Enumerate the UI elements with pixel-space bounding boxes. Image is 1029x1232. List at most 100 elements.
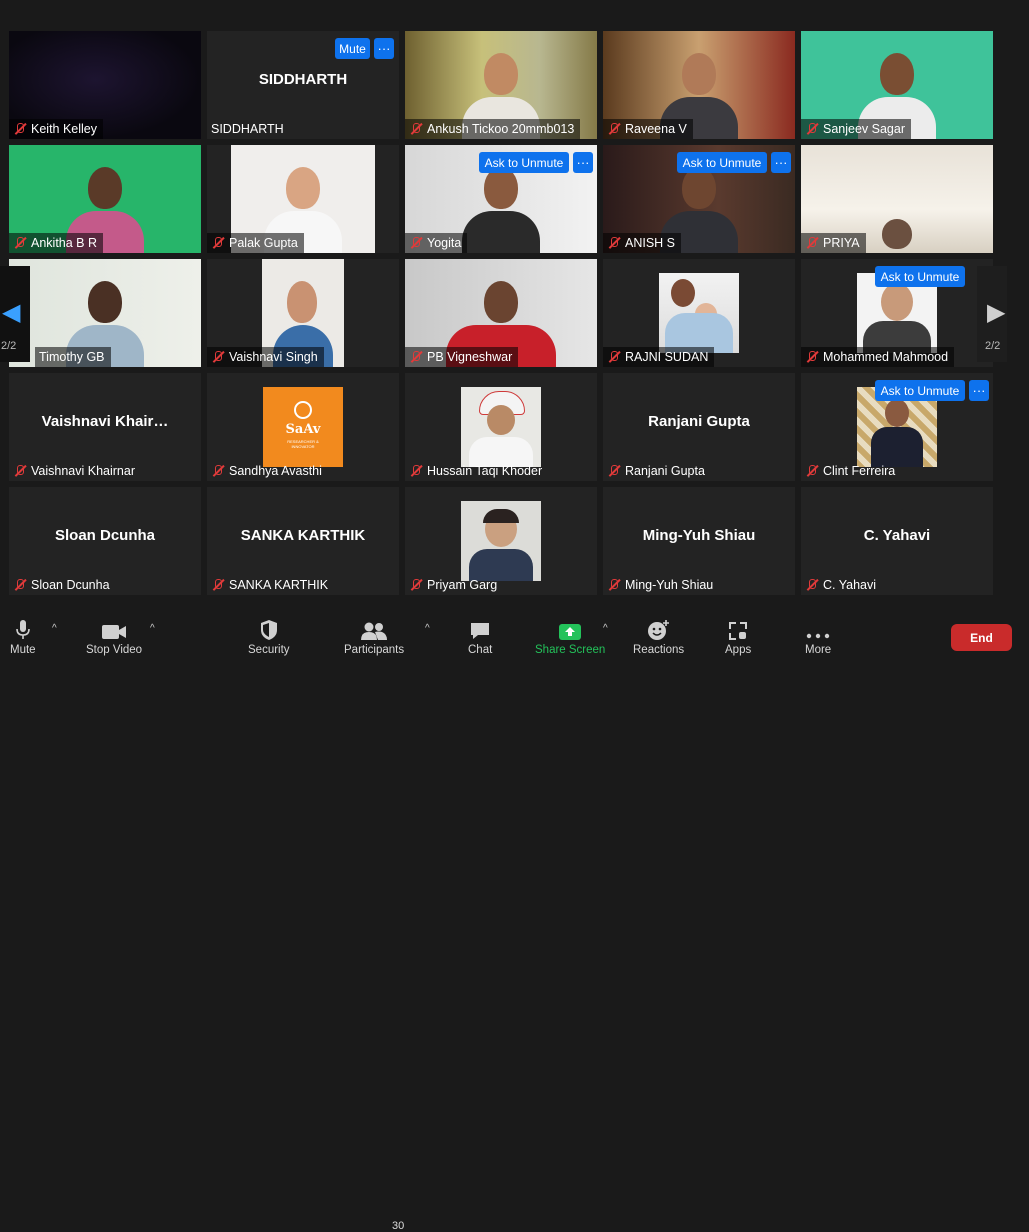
mic-muted-icon (607, 578, 621, 592)
participant-tile[interactable]: SIDDHARTH Mute ··· SIDDHARTH (207, 31, 399, 139)
participant-tile[interactable]: Timothy GB (9, 259, 201, 367)
shield-icon (259, 617, 279, 641)
participant-name: Vaishnavi Khairnar (31, 464, 135, 478)
more-dots-icon (806, 617, 830, 641)
mic-muted-icon (13, 236, 27, 250)
mic-muted-icon (409, 350, 423, 364)
end-meeting-button[interactable]: End (951, 624, 1012, 651)
participant-tile[interactable]: Ming-Yuh Shiau Ming-Yuh Shiau (603, 487, 795, 595)
reactions-button[interactable]: Reactions (633, 617, 684, 656)
participant-tile[interactable]: PB Vigneshwar (405, 259, 597, 367)
participant-name: Sloan Dcunha (31, 578, 110, 592)
stop-video-button[interactable]: Stop Video (86, 617, 142, 656)
mic-muted-icon (211, 350, 225, 364)
mute-options-caret-icon[interactable]: ^ (52, 623, 57, 634)
participant-display-name: SIDDHARTH (258, 71, 348, 88)
participant-name: Ming-Yuh Shiau (625, 578, 714, 592)
participant-tile[interactable]: Priyam Garg (405, 487, 597, 595)
participant-tile[interactable]: Ankitha B R (9, 145, 201, 253)
mic-muted-icon (607, 236, 621, 250)
mic-muted-icon (805, 464, 819, 478)
participant-tile[interactable]: Ranjani Gupta Ranjani Gupta (603, 373, 795, 481)
participant-video-figure (462, 161, 540, 253)
page-indicator-right: 2/2 (985, 340, 1001, 352)
participant-nameplate: Ankush Tickoo 20mmb013 (405, 119, 581, 139)
video-options-caret-icon[interactable]: ^ (150, 623, 155, 634)
more-options-button[interactable]: ··· (374, 38, 394, 59)
participant-tile[interactable]: Ask to Unmute Mohammed Mahmood (801, 259, 993, 367)
ask-to-unmute-button[interactable]: Ask to Unmute (875, 380, 965, 401)
participant-tile[interactable]: Vaishnavi Khair… Vaishnavi Khairnar (9, 373, 201, 481)
participant-tile[interactable]: Keith Kelley (9, 31, 201, 139)
video-camera-icon (101, 617, 127, 641)
ask-to-unmute-button[interactable]: Ask to Unmute (479, 152, 569, 173)
security-label: Security (248, 644, 290, 656)
participant-tile[interactable]: Ankush Tickoo 20mmb013 (405, 31, 597, 139)
participant-nameplate: ANISH S (603, 233, 682, 253)
saav-logo-title: SaAv (285, 422, 321, 437)
participant-tile[interactable]: SANKA KARTHIK SANKA KARTHIK (207, 487, 399, 595)
participant-display-name: Ranjani Gupta (648, 413, 750, 430)
participant-nameplate: Sandhya Avasthi (207, 461, 328, 481)
participant-tile[interactable]: RAJNI SUDAN (603, 259, 795, 367)
participant-nameplate: Yogita (405, 233, 468, 253)
participant-tile[interactable]: Palak Gupta (207, 145, 399, 253)
more-button[interactable]: More (805, 617, 831, 656)
saav-logo-subtitle: RESEARCHER & INNOVATOR (287, 439, 319, 449)
mic-muted-icon (409, 236, 423, 250)
participant-name: Keith Kelley (31, 122, 98, 136)
previous-page-button[interactable]: ◀ 2/2 (0, 266, 30, 362)
ask-to-unmute-button[interactable]: Ask to Unmute (875, 266, 965, 287)
participants-label: Participants (344, 644, 405, 656)
participant-avatar: SaAv RESEARCHER & INNOVATOR (263, 387, 343, 467)
apps-button[interactable]: Apps (725, 617, 751, 656)
participant-name: Sandhya Avasthi (229, 464, 322, 478)
mic-muted-icon (211, 464, 225, 478)
participant-nameplate: Ming-Yuh Shiau (603, 575, 719, 595)
participant-tile[interactable]: Ask to Unmute ··· ANISH S (603, 145, 795, 253)
participant-tile[interactable]: Ask to Unmute ··· Yogita (405, 145, 597, 253)
share-screen-button[interactable]: Share Screen (535, 617, 605, 656)
mic-muted-icon (805, 236, 819, 250)
mute-label: Mute (10, 644, 36, 656)
participants-options-caret-icon[interactable]: ^ (425, 623, 430, 634)
participant-nameplate: Sanjeev Sagar (801, 119, 912, 139)
page-indicator-left: 2/2 (1, 340, 17, 352)
participant-nameplate: SANKA KARTHIK (207, 575, 334, 595)
participant-tile[interactable]: Ask to Unmute ··· Clint Ferreira (801, 373, 993, 481)
participant-nameplate: PB Vigneshwar (405, 347, 519, 367)
more-options-button[interactable]: ··· (771, 152, 791, 173)
participants-button[interactable]: Participants (344, 617, 404, 656)
mute-button[interactable]: Mute (10, 617, 36, 656)
mic-muted-icon (805, 122, 819, 136)
meeting-toolbar: Mute ^ Stop Video ^ Security Participant… (0, 603, 1029, 1232)
participant-tile[interactable]: Vaishnavi Singh (207, 259, 399, 367)
participant-nameplate: Palak Gupta (207, 233, 304, 253)
chat-button[interactable]: Chat (468, 617, 492, 656)
participant-tile[interactable]: Raveena V (603, 31, 795, 139)
participant-tile[interactable]: Hussain Taqi Khoder (405, 373, 597, 481)
share-options-caret-icon[interactable]: ^ (603, 623, 608, 634)
participant-name: SANKA KARTHIK (229, 578, 329, 592)
mute-participant-button[interactable]: Mute (335, 38, 370, 59)
participant-name: Timothy GB (39, 350, 105, 364)
participants-count-badge: 30 (392, 1220, 405, 1232)
participant-tile[interactable]: Sloan Dcunha Sloan Dcunha (9, 487, 201, 595)
ask-to-unmute-button[interactable]: Ask to Unmute (677, 152, 767, 173)
participant-nameplate: Hussain Taqi Khoder (405, 461, 548, 481)
participant-tile[interactable]: SaAv RESEARCHER & INNOVATOR Sandhya Avas… (207, 373, 399, 481)
participant-nameplate: Clint Ferreira (801, 461, 901, 481)
participant-name: C. Yahavi (823, 578, 877, 592)
participant-name: Raveena V (625, 122, 687, 136)
more-options-button[interactable]: ··· (969, 380, 989, 401)
next-page-button[interactable]: ▶ 2/2 (977, 266, 1007, 362)
participant-tile[interactable]: PRIYA (801, 145, 993, 253)
participant-tile[interactable]: Sanjeev Sagar (801, 31, 993, 139)
participant-video-figure (872, 213, 922, 253)
participant-tile[interactable]: C. Yahavi C. Yahavi (801, 487, 993, 595)
video-gallery-grid: Keith Kelley SIDDHARTH Mute ··· SIDDHART… (0, 0, 1029, 600)
more-options-button[interactable]: ··· (573, 152, 593, 173)
mic-muted-icon (409, 464, 423, 478)
security-button[interactable]: Security (248, 617, 290, 656)
participant-nameplate: Vaishnavi Khairnar (9, 461, 141, 481)
